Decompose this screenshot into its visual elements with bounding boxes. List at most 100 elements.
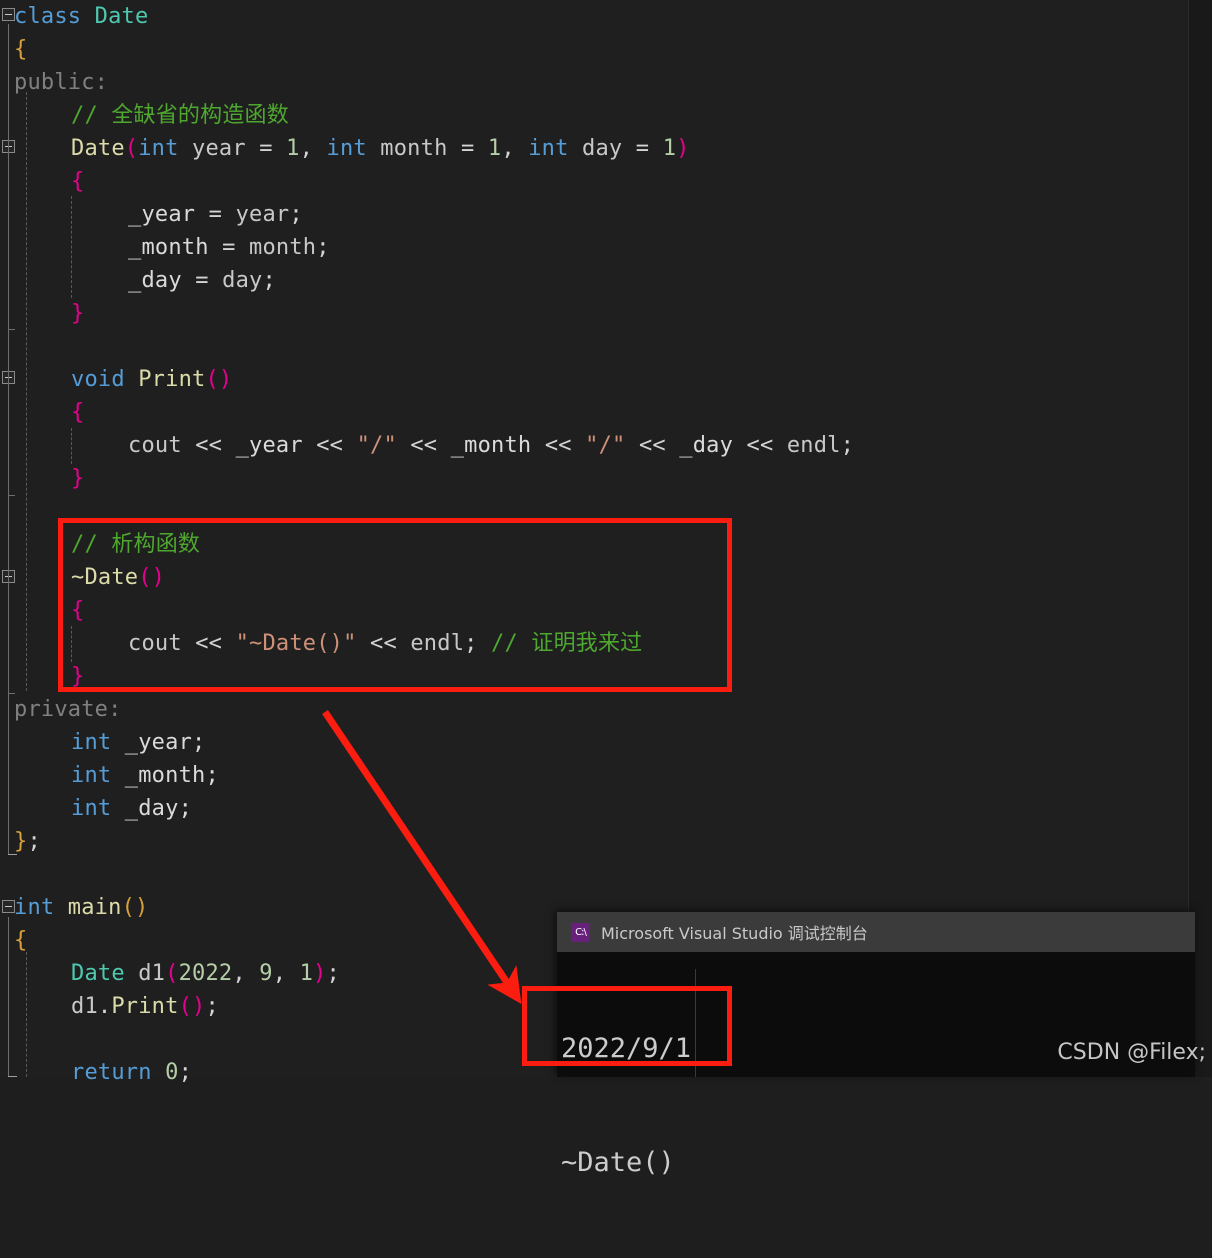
- code-token: cout: [128, 433, 182, 458]
- code-token: int: [71, 796, 112, 821]
- code-line[interactable]: private:: [0, 693, 1188, 726]
- code-token: int: [71, 730, 112, 755]
- code-line[interactable]: void Print(): [0, 363, 1188, 396]
- code-token: 1: [286, 136, 300, 161]
- code-token: ;: [326, 961, 340, 986]
- fold-guide-dtor: [8, 586, 15, 694]
- code-token: return: [71, 1060, 152, 1085]
- code-line[interactable]: {: [0, 594, 1188, 627]
- code-token: {: [71, 598, 85, 623]
- code-token: "~Date()": [235, 631, 357, 656]
- code-line[interactable]: Date(int year = 1, int month = 1, int da…: [0, 132, 1188, 165]
- code-line[interactable]: }: [0, 462, 1188, 495]
- code-line[interactable]: [0, 330, 1188, 363]
- code-line[interactable]: public:: [0, 66, 1188, 99]
- code-line[interactable]: }: [0, 297, 1188, 330]
- code-token: 0: [165, 1060, 179, 1085]
- csdn-watermark: CSDN @Filex;: [1057, 1040, 1206, 1065]
- code-token: 1: [662, 136, 677, 161]
- code-token: =: [460, 136, 475, 161]
- code-token: main: [67, 895, 122, 920]
- code-token: <<: [531, 433, 586, 458]
- console-title-label: Microsoft Visual Studio 调试控制台: [601, 924, 868, 943]
- code-token: =: [259, 136, 273, 161]
- code-token: ~Date: [71, 565, 139, 590]
- code-token: private:: [14, 697, 122, 722]
- code-token: public:: [14, 70, 109, 95]
- fold-marker-class-date[interactable]: [2, 8, 15, 21]
- code-token: "/": [356, 433, 397, 458]
- code-token: month: [366, 136, 461, 161]
- code-token: {: [14, 37, 28, 62]
- code-line[interactable]: // 全缺省的构造函数: [0, 99, 1188, 132]
- code-line[interactable]: // 析构函数: [0, 528, 1188, 561]
- code-token: .: [97, 994, 112, 1019]
- code-token: class: [14, 4, 95, 29]
- code-token: {: [71, 169, 85, 194]
- fold-marker-main[interactable]: [2, 900, 15, 913]
- code-line[interactable]: {: [0, 396, 1188, 429]
- code-line[interactable]: class Date: [0, 0, 1188, 33]
- code-token: ,: [299, 136, 327, 161]
- code-token: (: [124, 136, 139, 161]
- code-token: month: [249, 235, 317, 260]
- code-token: <<: [356, 631, 411, 656]
- code-token: 9: [259, 961, 273, 986]
- console-output-line: ~Date(): [561, 1147, 675, 1178]
- code-token: int: [326, 136, 367, 161]
- code-token: Date: [71, 961, 125, 986]
- code-token: ;: [262, 268, 276, 293]
- code-token: day: [568, 136, 636, 161]
- indent-guide-print-body: [71, 428, 72, 464]
- code-token: day: [222, 268, 263, 293]
- fold-guide-print: [8, 388, 15, 496]
- code-line[interactable]: int _day;: [0, 792, 1188, 825]
- code-token: (): [138, 565, 166, 590]
- code-token: ,: [272, 961, 300, 986]
- code-line[interactable]: _year = year;: [0, 198, 1188, 231]
- fold-guide-constructor: [8, 156, 15, 330]
- code-token: }: [14, 829, 28, 854]
- code-token: _month: [128, 235, 209, 260]
- code-token: _month;: [111, 763, 219, 788]
- code-token: _day: [128, 268, 182, 293]
- code-token: Date: [94, 4, 149, 29]
- code-token: (: [165, 961, 179, 986]
- code-line[interactable]: _day = day;: [0, 264, 1188, 297]
- code-token: _year: [235, 433, 303, 458]
- indent-guide-public: [26, 92, 27, 691]
- code-line[interactable]: [0, 858, 1188, 891]
- code-token: ,: [501, 136, 529, 161]
- console-column-divider: [695, 969, 696, 1077]
- code-line[interactable]: };: [0, 825, 1188, 858]
- code-line[interactable]: int _month;: [0, 759, 1188, 792]
- code-line[interactable]: cout << "~Date()" << endl; // 证明我来过: [0, 627, 1188, 660]
- code-line[interactable]: cout << _year << "/" << _month << "/" <<…: [0, 429, 1188, 462]
- code-token: int: [14, 895, 55, 920]
- indent-guide-ctor-body: [71, 196, 72, 298]
- fold-guide-main: [8, 917, 17, 1077]
- code-line[interactable]: _month = month;: [0, 231, 1188, 264]
- code-token: ;: [178, 1060, 193, 1085]
- code-token: {: [14, 928, 28, 953]
- code-line[interactable]: int _year;: [0, 726, 1188, 759]
- code-token: ;: [840, 433, 855, 458]
- code-token: int: [71, 763, 112, 788]
- console-title-bar[interactable]: C:\ Microsoft Visual Studio 调试控制台: [557, 912, 1195, 952]
- code-line[interactable]: [0, 495, 1188, 528]
- code-line[interactable]: ~Date(): [0, 561, 1188, 594]
- code-token: =: [181, 268, 223, 293]
- code-token: ): [313, 961, 327, 986]
- code-token: (): [178, 994, 206, 1019]
- code-token: Date: [71, 136, 125, 161]
- code-token: year: [235, 202, 290, 227]
- code-token: d1: [124, 961, 166, 986]
- code-line[interactable]: {: [0, 33, 1188, 66]
- code-line[interactable]: }: [0, 660, 1188, 693]
- code-token: =: [195, 202, 236, 227]
- code-line[interactable]: {: [0, 165, 1188, 198]
- code-token: ;: [289, 202, 303, 227]
- code-token: _year;: [111, 730, 206, 755]
